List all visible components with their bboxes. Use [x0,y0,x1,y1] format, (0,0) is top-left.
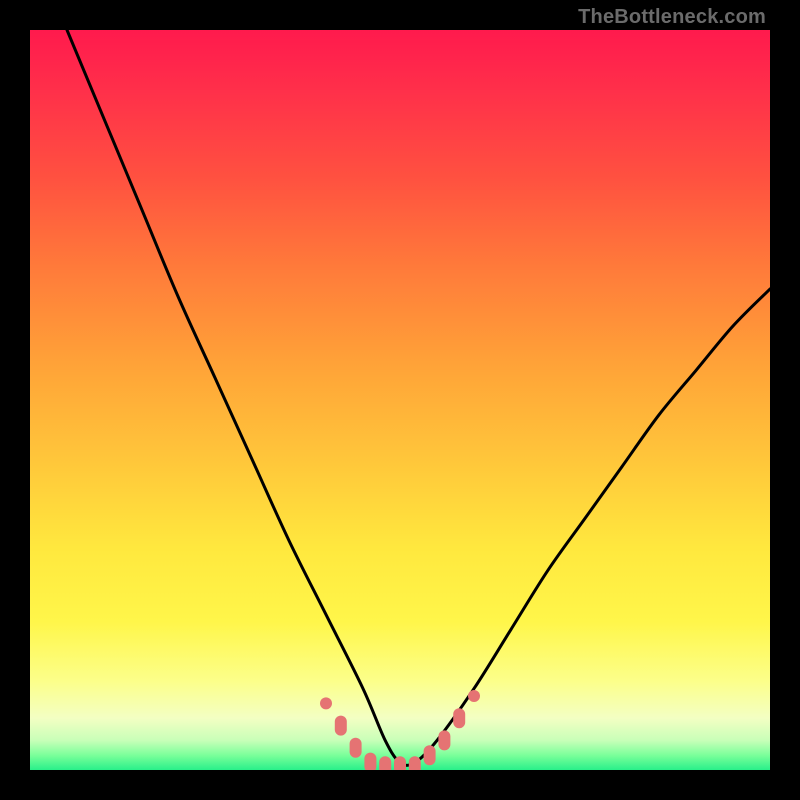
marker-dot [379,756,391,770]
marker-dot [364,753,376,770]
marker-dot [394,756,406,770]
bottleneck-curve [67,30,770,765]
curve-layer [67,30,770,765]
marker-dot [350,738,362,758]
curve-svg [30,30,770,770]
marker-dot [409,756,421,770]
marker-dot [453,708,465,728]
marker-dot [424,745,436,765]
chart-frame: TheBottleneck.com [0,0,800,800]
plot-area [30,30,770,770]
marker-dot [468,690,480,702]
marker-dot [335,716,347,736]
watermark-text: TheBottleneck.com [578,6,766,29]
marker-dot [438,730,450,750]
marker-dot [320,697,332,709]
marker-layer [320,690,480,770]
